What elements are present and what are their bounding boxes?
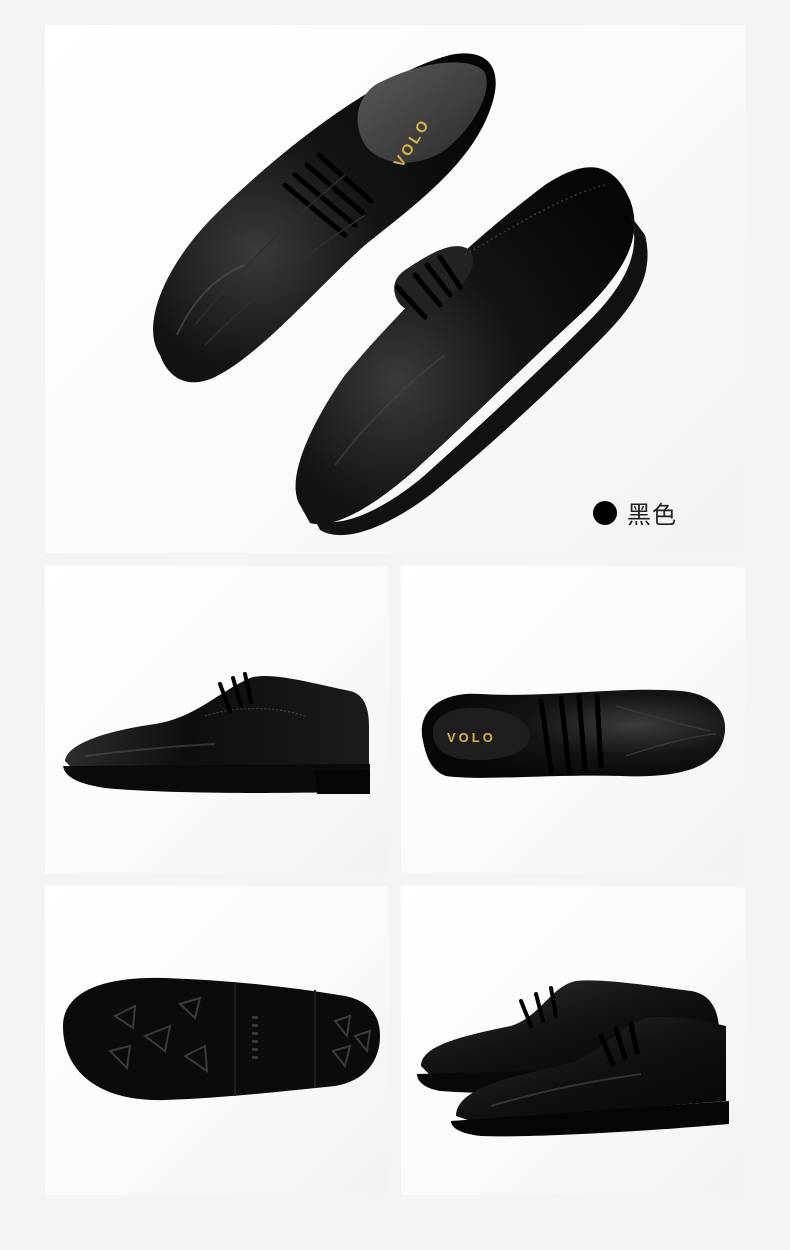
top-pair-shoes-image: VOLO <box>153 53 648 536</box>
pair-view-panel <box>401 886 745 1195</box>
sole-view-shoe-image <box>63 977 380 1101</box>
side-view-panel <box>45 566 389 874</box>
top-view-panel: VOLO <box>401 566 745 874</box>
hero-image-panel: VOLO 黑色 <box>45 25 745 553</box>
side-view-shoe-image <box>63 672 370 794</box>
color-option: 黑色 <box>593 495 677 530</box>
top-view-shoe-image: VOLO <box>421 689 726 778</box>
color-label: 黑色 <box>627 501 677 529</box>
color-swatch <box>593 500 617 525</box>
pair-angle-shoes-image <box>417 980 729 1137</box>
sole-view-panel <box>45 886 389 1195</box>
svg-text:VOLO: VOLO <box>447 730 496 745</box>
